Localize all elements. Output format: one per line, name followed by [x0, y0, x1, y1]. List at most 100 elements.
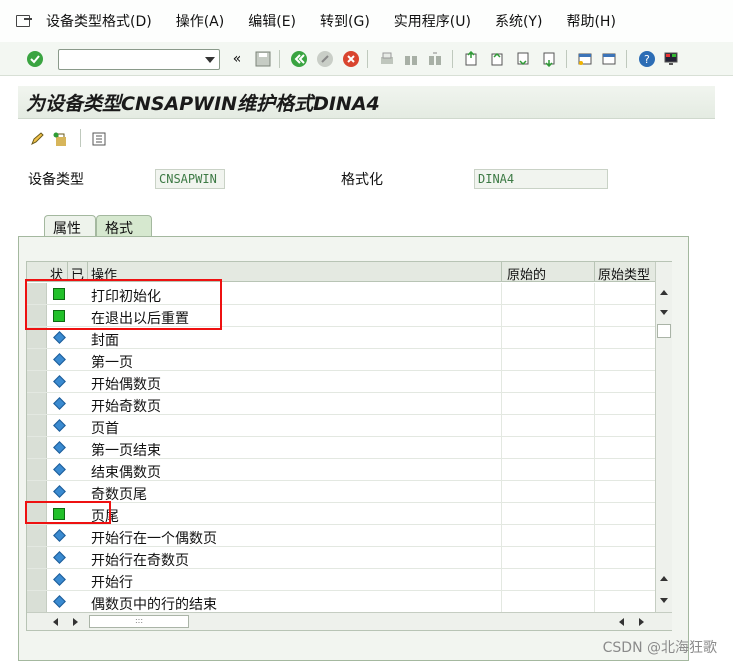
row-selector[interactable]: [27, 591, 47, 612]
table-row[interactable]: 开始奇数页: [27, 393, 655, 415]
highlight-box: [25, 279, 222, 330]
tab-format[interactable]: 格式: [96, 215, 152, 237]
row-selector[interactable]: [27, 481, 47, 502]
row-selector[interactable]: [27, 349, 47, 370]
column-divider: [594, 305, 595, 326]
vertical-scrollbar[interactable]: [655, 262, 672, 612]
column-divider: [501, 481, 502, 502]
back-icon[interactable]: [290, 50, 308, 68]
toolbar-separator: [566, 50, 567, 68]
scroll-thumb[interactable]: [657, 324, 671, 338]
next-page-icon[interactable]: [514, 50, 532, 68]
menu-utilities[interactable]: 实用程序(U): [394, 11, 471, 31]
row-selector[interactable]: [27, 459, 47, 480]
scroll-down-icon[interactable]: [660, 310, 668, 315]
previous-page-icon[interactable]: [488, 50, 506, 68]
column-divider: [501, 525, 502, 546]
menu-edit[interactable]: 编辑(E): [248, 11, 296, 31]
scroll-right-icon[interactable]: [73, 618, 78, 626]
chevron-down-icon[interactable]: [205, 57, 215, 63]
scroll-up-icon[interactable]: [660, 576, 668, 581]
toolbar-separator: [80, 129, 81, 147]
last-page-icon[interactable]: [540, 50, 558, 68]
column-divider: [501, 349, 502, 370]
column-divider: [501, 393, 502, 414]
column-divider: [594, 481, 595, 502]
horizontal-scrollbar[interactable]: :::: [27, 612, 672, 630]
row-selector[interactable]: [27, 393, 47, 414]
list-view-icon[interactable]: [90, 130, 108, 148]
shortcut-icon[interactable]: [600, 50, 618, 68]
table-row[interactable]: 第一页: [27, 349, 655, 371]
pencil-edit-icon[interactable]: [28, 130, 46, 148]
help-icon[interactable]: ?: [638, 50, 656, 68]
command-field[interactable]: [58, 49, 220, 70]
table-row[interactable]: 偶数页中的行的结束: [27, 591, 655, 613]
title-bar: 为设备类型CNSAPWIN维护格式DINA4: [18, 86, 715, 119]
column-divider: [501, 569, 502, 590]
scroll-down-icon[interactable]: [660, 598, 668, 603]
back-arrows-icon[interactable]: «: [228, 50, 246, 68]
table-row[interactable]: 开始行在奇数页: [27, 547, 655, 569]
tab-attributes[interactable]: 属性: [44, 215, 96, 237]
row-selector[interactable]: [27, 569, 47, 590]
exit-icon[interactable]: [316, 50, 334, 68]
first-page-icon[interactable]: [462, 50, 480, 68]
menu-device-type-format[interactable]: 设备类型格式(D): [46, 11, 152, 31]
scroll-right-icon[interactable]: [639, 618, 644, 626]
table-row[interactable]: 开始行: [27, 569, 655, 591]
create-session-icon[interactable]: [576, 50, 594, 68]
status-diamond-icon: [53, 573, 66, 586]
status-diamond-icon: [53, 441, 66, 454]
menu-operation[interactable]: 操作(A): [176, 11, 225, 31]
find-next-icon[interactable]: [426, 50, 444, 68]
display-change-icon[interactable]: [52, 130, 70, 148]
menu-goto[interactable]: 转到(G): [320, 11, 370, 31]
row-selector[interactable]: [27, 525, 47, 546]
print-icon[interactable]: [378, 50, 396, 68]
table-row[interactable]: 开始偶数页: [27, 371, 655, 393]
operation-name: 偶数页中的行的结束: [91, 597, 217, 613]
table-row[interactable]: 封面: [27, 327, 655, 349]
system-menu-icon[interactable]: [14, 12, 36, 30]
status-diamond-icon: [53, 397, 66, 410]
menu-help[interactable]: 帮助(H): [566, 11, 615, 31]
operation-name: 第一页: [91, 355, 133, 371]
table-row[interactable]: 奇数页尾: [27, 481, 655, 503]
find-icon[interactable]: [402, 50, 420, 68]
menu-system[interactable]: 系统(Y): [495, 11, 542, 31]
col-header-original[interactable]: 原始的: [507, 264, 546, 283]
enter-check-icon[interactable]: [26, 50, 44, 68]
save-icon[interactable]: [254, 50, 272, 68]
column-divider: [594, 503, 595, 524]
status-diamond-icon: [53, 331, 66, 344]
column-divider: [594, 327, 595, 348]
column-divider: [501, 591, 502, 612]
svg-text:?: ?: [644, 53, 650, 66]
row-selector[interactable]: [27, 547, 47, 568]
column-divider: [501, 503, 502, 524]
column-divider: [594, 393, 595, 414]
layout-menu-icon[interactable]: [662, 50, 680, 68]
column-divider: [594, 283, 595, 304]
row-selector[interactable]: [27, 371, 47, 392]
row-selector[interactable]: [27, 437, 47, 458]
cancel-icon[interactable]: [342, 50, 360, 68]
column-divider: [594, 415, 595, 436]
table-row[interactable]: 页首: [27, 415, 655, 437]
table-row[interactable]: 开始行在一个偶数页: [27, 525, 655, 547]
hscroll-thumb[interactable]: :::: [89, 615, 189, 628]
column-divider: [594, 569, 595, 590]
format-label: 格式化: [341, 172, 383, 188]
status-diamond-icon: [53, 375, 66, 388]
scroll-left-icon[interactable]: [619, 618, 624, 626]
table-row[interactable]: 页尾: [27, 503, 655, 525]
scroll-left-icon[interactable]: [53, 618, 58, 626]
col-header-original-type[interactable]: 原始类型: [598, 264, 650, 283]
table-row[interactable]: 第一页结束: [27, 437, 655, 459]
row-selector[interactable]: [27, 327, 47, 348]
scroll-up-icon[interactable]: [660, 290, 668, 295]
operation-name: 封面: [91, 333, 119, 349]
row-selector[interactable]: [27, 415, 47, 436]
table-row[interactable]: 结束偶数页: [27, 459, 655, 481]
